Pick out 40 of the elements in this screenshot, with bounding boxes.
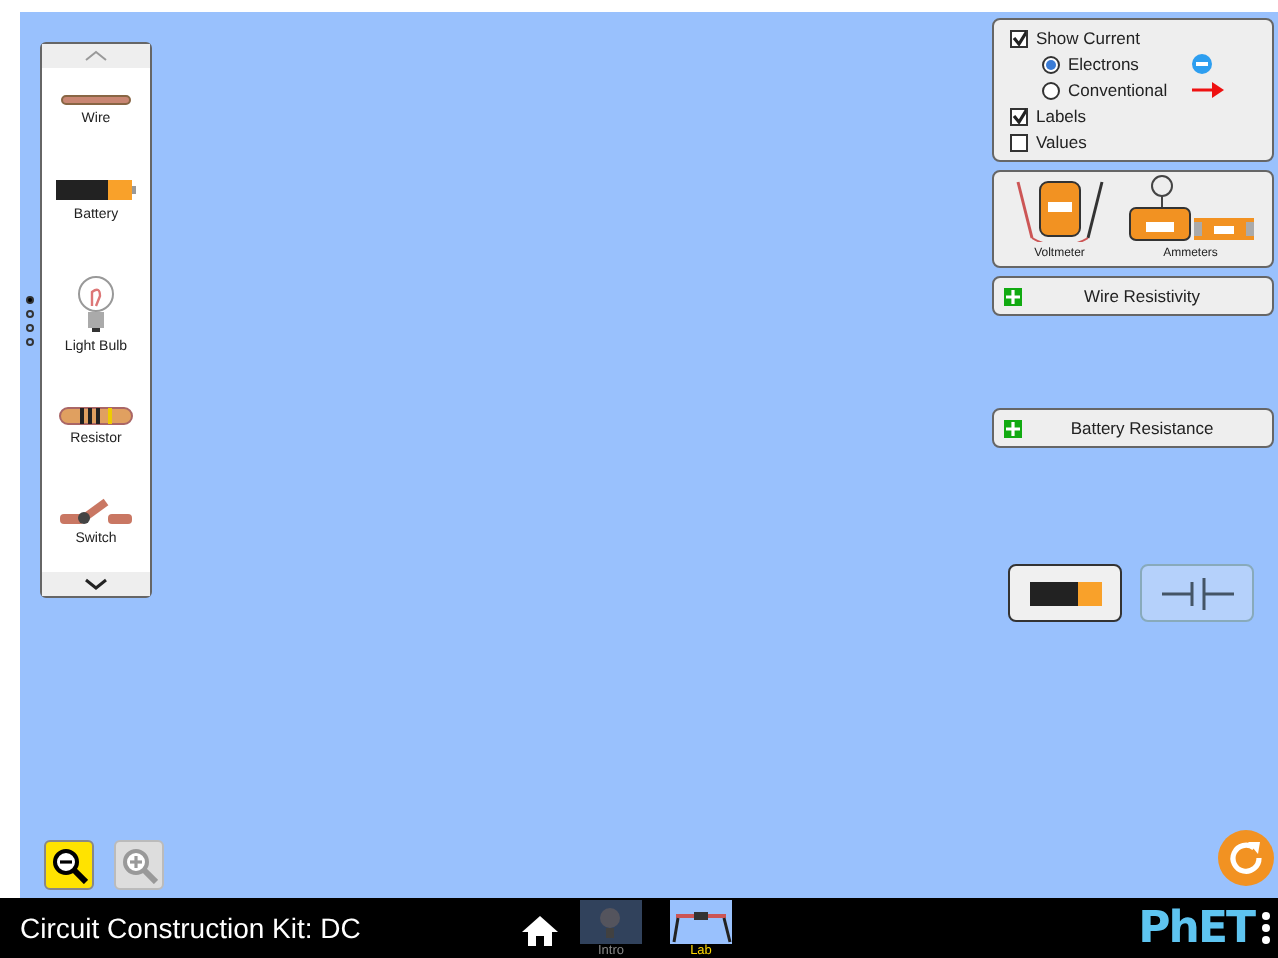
view-toggle-button[interactable] xyxy=(1140,564,1254,622)
option-checkbox[interactable] xyxy=(1010,107,1028,125)
light-bulb-icon xyxy=(75,274,116,334)
current-type-radio[interactable] xyxy=(1042,81,1060,99)
battery-icon xyxy=(56,178,136,202)
wire-icon xyxy=(60,94,132,106)
chevron-up-icon xyxy=(84,50,108,62)
page-dot[interactable] xyxy=(26,309,34,317)
chevron-down-icon xyxy=(84,578,108,590)
zoom-in-icon xyxy=(121,847,157,883)
electron-icon xyxy=(1192,54,1212,74)
show-current-checkbox[interactable] xyxy=(1010,29,1028,47)
resistor-icon xyxy=(58,406,134,426)
current-type-radio[interactable] xyxy=(1042,55,1060,73)
view-toggle-button[interactable] xyxy=(1008,564,1122,622)
page-dot[interactable] xyxy=(26,295,34,303)
plus-icon xyxy=(1004,419,1022,437)
battery-symbol-icon xyxy=(1159,575,1235,611)
zoom-out-icon xyxy=(51,847,87,883)
brand-logo: PhET xyxy=(1138,903,1254,953)
option-checkbox[interactable] xyxy=(1010,133,1028,151)
accordion-button[interactable]: Wire Resistivity xyxy=(992,276,1274,316)
arrow-icon xyxy=(1192,82,1224,98)
scroll-down-button[interactable] xyxy=(42,572,150,596)
checkbox-label: Values xyxy=(1036,132,1087,152)
checkbox-label: Show Current xyxy=(1036,28,1140,48)
radio-label: Electrons xyxy=(1068,54,1141,74)
battery-icon xyxy=(1029,581,1101,605)
reset-icon xyxy=(1228,840,1264,876)
sim-title: Circuit Construction Kit: DC xyxy=(20,912,363,944)
home-icon xyxy=(520,914,560,948)
accordion-button[interactable]: Battery Resistance xyxy=(992,408,1274,448)
radio-label: Conventional xyxy=(1068,80,1170,100)
page-dot[interactable] xyxy=(26,337,34,345)
zoom-out-button[interactable] xyxy=(44,840,94,890)
menu-icon xyxy=(1262,910,1270,946)
plus-icon xyxy=(1004,287,1022,305)
switch-icon xyxy=(58,498,134,526)
checkbox-label: Labels xyxy=(1036,106,1087,126)
page-dot[interactable] xyxy=(26,323,34,331)
